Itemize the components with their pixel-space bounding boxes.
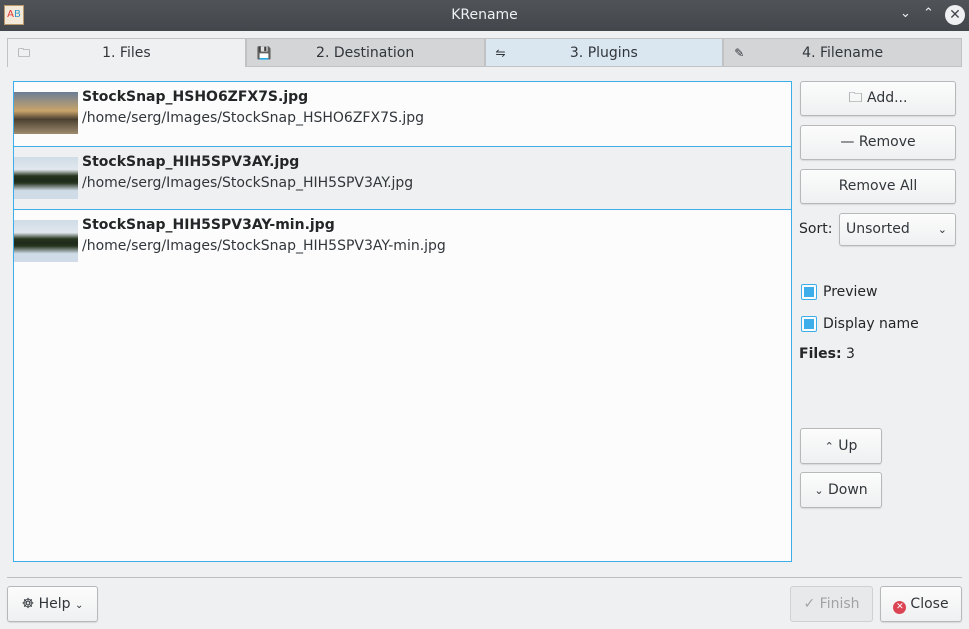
window-title: KRename — [451, 7, 518, 23]
file-list-item[interactable]: StockSnap_HSHO6ZFX7S.jpg /home/serg/Imag… — [14, 82, 791, 146]
up-button[interactable]: ⌃ Up — [800, 428, 882, 464]
sort-label: Sort: — [799, 221, 833, 237]
file-thumbnail — [14, 92, 78, 134]
file-name: StockSnap_HSHO6ZFX7S.jpg — [82, 89, 309, 105]
sort-select[interactable]: Unsorted ⌄ — [839, 213, 956, 246]
finish-button[interactable]: ✓ Finish — [790, 586, 873, 622]
add-button[interactable]: 🗀 Add... — [800, 81, 956, 116]
file-path: /home/serg/Images/StockSnap_HIH5SPV3AY.j… — [82, 175, 414, 191]
remove-button[interactable]: — Remove — [800, 125, 956, 160]
tab-destination[interactable]: 💾 2. Destination — [245, 38, 485, 67]
pencil-icon: ✎ — [734, 46, 745, 60]
close-icon: ✕ — [893, 601, 907, 614]
sliders-icon: ⇋ — [495, 46, 506, 60]
tab-filename[interactable]: ✎ 4. Filename — [723, 38, 962, 67]
folder-icon: 🗀 — [848, 90, 863, 106]
file-list[interactable]: StockSnap_HSHO6ZFX7S.jpg /home/serg/Imag… — [13, 81, 792, 562]
title-bar: AB KRename ⌄ ⌃ ✕ — [0, 0, 969, 31]
file-thumbnail — [14, 220, 78, 262]
help-lifebuoy-icon: ☸ — [21, 596, 35, 612]
help-button[interactable]: ☸ Help ⌄ — [7, 586, 98, 622]
save-icon: 💾 — [256, 46, 272, 60]
files-count: Files: 3 — [799, 346, 855, 362]
minimize-icon[interactable]: ⌄ — [900, 6, 911, 21]
chevron-down-icon: ⌄ — [814, 484, 824, 497]
folder-icon: 🗀 — [18, 46, 31, 60]
chevron-down-icon: ⌄ — [75, 600, 84, 611]
remove-all-button[interactable]: Remove All — [800, 169, 956, 204]
preview-checkbox[interactable] — [801, 284, 817, 300]
file-name: StockSnap_HIH5SPV3AY.jpg — [82, 154, 300, 170]
display-name-checkbox[interactable] — [801, 316, 817, 332]
file-name: StockSnap_HIH5SPV3AY-min.jpg — [82, 217, 335, 233]
tab-files[interactable]: 🗀 1. Files — [7, 38, 246, 67]
tab-plugins[interactable]: ⇋ 3. Plugins — [484, 38, 724, 67]
file-path: /home/serg/Images/StockSnap_HIH5SPV3AY-m… — [82, 238, 446, 254]
chevron-up-icon: ⌃ — [824, 440, 834, 453]
maximize-icon[interactable]: ⌃ — [923, 6, 934, 21]
window-close-icon[interactable]: ✕ — [945, 5, 965, 25]
display-name-label: Display name — [823, 316, 919, 332]
chevron-down-icon: ⌄ — [937, 223, 947, 236]
file-list-item[interactable]: StockSnap_HIH5SPV3AY-min.jpg /home/serg/… — [14, 210, 791, 274]
minus-icon: — — [840, 134, 855, 150]
footer-separator — [7, 577, 962, 578]
close-button[interactable]: ✕ Close — [880, 586, 962, 622]
file-path: /home/serg/Images/StockSnap_HSHO6ZFX7S.j… — [82, 110, 424, 126]
file-list-item[interactable]: StockSnap_HIH5SPV3AY.jpg /home/serg/Imag… — [14, 146, 791, 210]
preview-label: Preview — [823, 284, 878, 300]
tab-bar: 🗀 1. Files 💾 2. Destination ⇋ 3. Plugins ✎ 4… — [7, 38, 962, 67]
check-icon: ✓ — [803, 596, 816, 612]
down-button[interactable]: ⌄ Down — [800, 472, 882, 508]
file-thumbnail — [14, 157, 78, 199]
